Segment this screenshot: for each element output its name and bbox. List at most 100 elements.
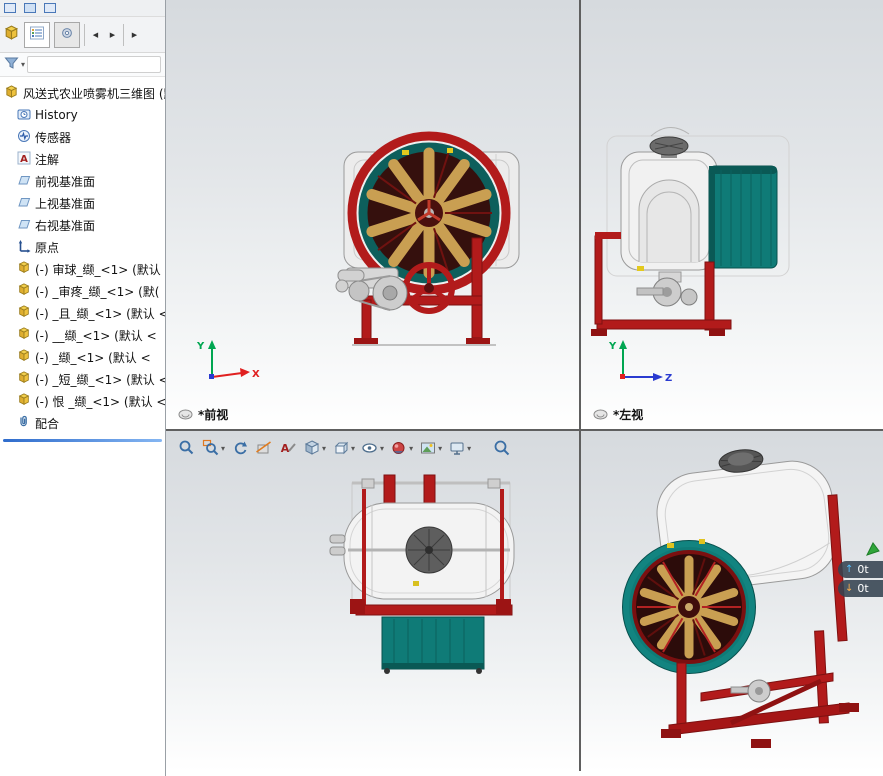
viewport-isometric[interactable]: ↑ 0t ↓ 0t [581, 431, 883, 771]
feature-tree: 风送式农业喷雾机三维图 (默 History [0, 77, 165, 442]
tree-item-label: 上视基准面 [35, 195, 95, 212]
assembly-icon [4, 85, 19, 102]
pin-icon[interactable] [44, 3, 56, 13]
feature-tree-icon [29, 25, 45, 45]
tree-item-top-plane[interactable]: 上视基准面 [0, 192, 165, 214]
tree-item-label: 配合 [35, 415, 59, 432]
viewport-left[interactable]: Y Z *左视 [581, 0, 883, 429]
tree-item-annotations[interactable]: A 注解 [0, 148, 165, 170]
panel-tab-bar: ◀ ▶ ▶ [0, 17, 165, 53]
tree-root-label: 风送式农业喷雾机三维图 (默 [23, 85, 165, 102]
apply-scene-button[interactable]: ▾ [417, 435, 444, 461]
tree-item-label: (-) 审球_缬_<1> (默认 < [35, 261, 165, 278]
zoom-to-area-button[interactable]: ▾ [200, 435, 227, 461]
arrow-up-icon: ↑ [845, 564, 853, 575]
viewport-front[interactable]: Y X *前视 [166, 0, 579, 429]
tree-item-component[interactable]: (-) _审疼_缬_<1> (默( [0, 280, 165, 302]
rollback-bar[interactable] [3, 439, 162, 442]
caret-down-icon: ▾ [409, 444, 413, 453]
magnifier-button[interactable] [491, 435, 513, 461]
previous-view-button[interactable] [229, 435, 251, 461]
tree-item-mates[interactable]: 配合 [0, 412, 165, 434]
caret-down-icon: ▾ [380, 444, 384, 453]
previous-view-icon [231, 439, 249, 457]
view-orientation-icon [303, 439, 321, 457]
axis-y-label: Y [608, 341, 617, 352]
panel-expand-button[interactable]: ▶ [128, 25, 141, 45]
tree-item-label: 右视基准面 [35, 217, 95, 234]
hide-show-items-button[interactable]: ▾ [359, 435, 386, 461]
overlay-up-value: 0t [857, 563, 868, 576]
tree-item-sensors[interactable]: 传感器 [0, 126, 165, 148]
grid-icon[interactable] [24, 3, 36, 13]
window-icon[interactable] [4, 3, 16, 13]
svg-text:A: A [281, 442, 290, 455]
tab-scroll-right-button[interactable]: ▶ [106, 25, 119, 45]
component-icon [17, 349, 31, 365]
tab-property-manager[interactable] [54, 22, 80, 48]
solidworks-window: ◀ ▶ ▶ ▾ [0, 0, 883, 776]
funnel-caret-icon[interactable]: ▾ [21, 60, 25, 69]
sensors-icon [17, 129, 31, 146]
plane-icon [17, 195, 31, 212]
viewport-label-text: *前视 [198, 406, 228, 423]
tab-separator [84, 24, 85, 46]
tree-filter-row: ▾ [0, 53, 165, 77]
tree-item-label: (-) _且_缬_<1> (默认 < [35, 305, 165, 322]
component-icon [17, 305, 31, 321]
section-view-button[interactable] [253, 435, 275, 461]
zoom-area-icon [202, 439, 220, 457]
tree-item-origin[interactable]: 原点 [0, 236, 165, 258]
caret-down-icon: ▾ [322, 444, 326, 453]
orientation-triad: Y Z [607, 335, 677, 387]
tree-root-assembly[interactable]: 风送式农业喷雾机三维图 (默 [0, 82, 165, 104]
plane-icon [17, 217, 31, 234]
funnel-icon[interactable] [4, 55, 19, 74]
tab-feature-manager[interactable] [24, 22, 50, 48]
caret-down-icon: ▾ [221, 444, 225, 453]
caret-down-icon: ▾ [351, 444, 355, 453]
viewport-label-front: *前视 [178, 406, 228, 423]
tree-item-component[interactable]: (-) _缬_<1> (默认 < [0, 346, 165, 368]
tree-item-label: (-) _审疼_缬_<1> (默( [35, 283, 159, 300]
svg-text:A: A [20, 154, 28, 165]
tree-item-component[interactable]: (-) _且_缬_<1> (默认 < [0, 302, 165, 324]
display-style-button[interactable]: ▾ [330, 435, 357, 461]
zoom-to-fit-button[interactable] [176, 435, 198, 461]
paperclip-icon [17, 415, 31, 432]
monitor-icon [448, 439, 466, 457]
edit-appearance-button[interactable]: ▾ [388, 435, 415, 461]
mini-toolbar [0, 0, 165, 17]
tab-scroll-left-button[interactable]: ◀ [89, 25, 102, 45]
tree-item-right-plane[interactable]: 右视基准面 [0, 214, 165, 236]
component-icon [17, 393, 31, 409]
view-orientation-button[interactable]: ▾ [301, 435, 328, 461]
viewport-top[interactable]: ▾ A [166, 431, 579, 771]
axis-y-label: Y [196, 341, 205, 352]
tab-separator-2 [123, 24, 124, 46]
tree-filter-input[interactable] [27, 56, 161, 73]
tree-item-component[interactable]: (-) _短_缬_<1> (默认 < [0, 368, 165, 390]
view-orientation-badge-icon [178, 409, 193, 420]
origin-icon [17, 239, 31, 256]
axis-arrow-marker [866, 541, 880, 560]
tree-item-label: 注解 [35, 151, 59, 168]
annotation-view-button[interactable]: A [277, 435, 299, 461]
scene-icon [419, 439, 437, 457]
annotation-view-icon: A [279, 439, 297, 457]
viewport-label-text: *左视 [613, 406, 643, 423]
value-overlay: ↑ 0t ↓ 0t [838, 561, 883, 597]
tree-item-component[interactable]: (-) 审球_缬_<1> (默认 < [0, 258, 165, 280]
tree-item-component[interactable]: (-) 恨 _缬_<1> (默认 < [0, 390, 165, 412]
component-icon [17, 261, 31, 277]
model-render-isometric [581, 431, 883, 771]
heads-up-toolbar: ▾ A [176, 435, 513, 461]
tree-item-label: (-) _短_缬_<1> (默认 < [35, 371, 165, 388]
overlay-down-value: 0t [857, 582, 868, 595]
tree-item-label: 传感器 [35, 129, 71, 146]
eye-icon [361, 439, 379, 457]
view-settings-button[interactable]: ▾ [446, 435, 473, 461]
tree-item-front-plane[interactable]: 前视基准面 [0, 170, 165, 192]
tree-item-history[interactable]: History [0, 104, 165, 126]
tree-item-component[interactable]: (-) __缬_<1> (默认 < [0, 324, 165, 346]
